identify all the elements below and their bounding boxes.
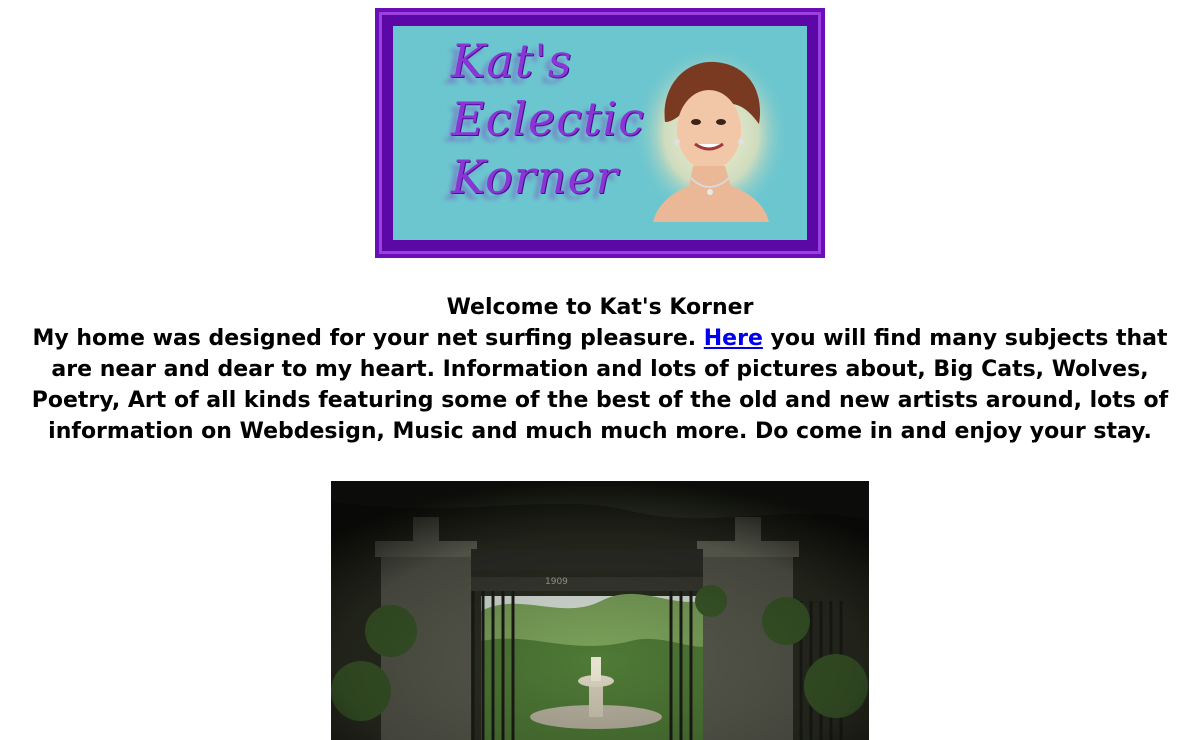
here-link[interactable]: Here — [704, 326, 763, 351]
welcome-heading: Welcome to Kat's Korner — [446, 295, 754, 320]
banner-frame: Kat's Eclectic Korner — [379, 12, 821, 254]
banner-title-line: Kat's — [451, 34, 573, 88]
garden-gate-photo: 1909 — [331, 481, 869, 740]
banner-title: Kat's Eclectic Korner — [451, 32, 645, 206]
banner-title-line: Eclectic — [451, 92, 645, 146]
intro-text-before-link: My home was designed for your net surfin… — [32, 326, 704, 351]
banner-inner: Kat's Eclectic Korner — [393, 26, 807, 240]
welcome-paragraph: My home was designed for your net surfin… — [20, 323, 1180, 447]
banner-title-line: Korner — [451, 150, 619, 204]
site-banner: Kat's Eclectic Korner — [375, 8, 825, 258]
page: Kat's Eclectic Korner Welcome to Kat's K… — [0, 0, 1200, 740]
welcome-section: Welcome to Kat's Korner My home was desi… — [0, 292, 1200, 447]
garden-gate-image: 1909 — [331, 481, 869, 740]
